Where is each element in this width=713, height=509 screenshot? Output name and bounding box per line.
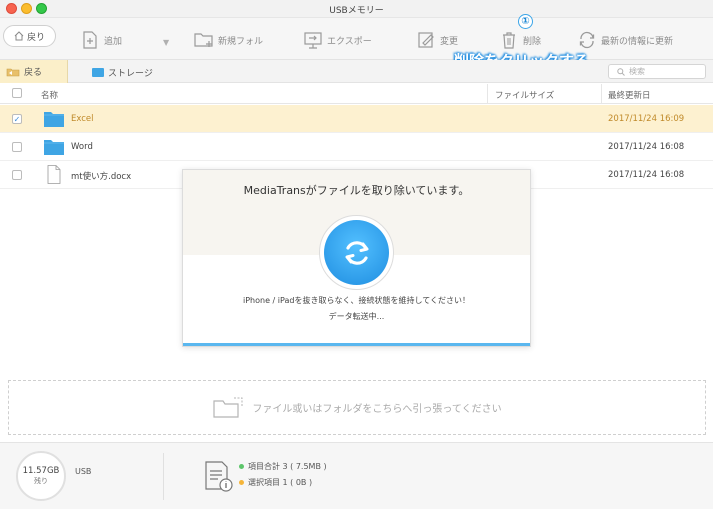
app-window: USBメモリー 戻り 追加 ▼ 新規フォル エクスポー 変更 削除 最新の情報に…	[0, 0, 713, 509]
export-icon	[304, 32, 322, 49]
storage-gauge: 11.57GB 残り	[16, 451, 66, 501]
total-items: 項目合計 3 ( 7.5MB )	[239, 461, 327, 472]
toolbar: 戻り 追加 ▼ 新規フォル エクスポー 変更 削除 最新の情報に更新	[0, 18, 713, 60]
folder-back-icon	[6, 68, 20, 76]
step-number-badge: ①	[518, 14, 533, 29]
file-date: 2017/11/24 16:08	[608, 170, 685, 180]
total-items-label: 項目合計 3 ( 7.5MB )	[248, 462, 327, 471]
folder-icon	[44, 112, 64, 127]
row-checkbox[interactable]	[12, 142, 22, 152]
column-header-size[interactable]: ファイルサイズ	[495, 89, 554, 101]
column-divider	[601, 84, 602, 104]
file-name: mt使い方.docx	[71, 172, 132, 182]
drop-zone[interactable]: ファイル或いはフォルダをこちらへ引っ張ってください	[8, 380, 706, 435]
title-bar: USBメモリー	[0, 0, 713, 18]
folder-icon	[44, 140, 64, 155]
edit-label: 変更	[440, 36, 459, 47]
file-date: 2017/11/24 16:09	[608, 114, 685, 124]
document-info-icon	[205, 461, 233, 492]
total-indicator-dot	[239, 464, 244, 469]
file-date: 2017/11/24 16:08	[608, 142, 685, 152]
trash-icon	[503, 32, 515, 49]
new-folder-label: 新規フォル	[218, 36, 264, 47]
add-label: 追加	[104, 36, 123, 47]
refresh-button[interactable]: 最新の情報に更新	[577, 30, 673, 50]
refresh-label: 最新の情報に更新	[601, 36, 674, 47]
delete-label: 削除	[523, 36, 542, 47]
storage-remaining-value: 11.57GB	[22, 466, 60, 476]
search-icon	[617, 67, 625, 76]
export-label: エクスポー	[327, 36, 372, 47]
sync-spinner	[319, 215, 394, 290]
back-tab-label: 戻る	[24, 68, 43, 78]
folder-drop-icon	[213, 397, 243, 418]
selected-items-label: 選択項目 1 ( 0B )	[248, 478, 313, 487]
folder-icon	[92, 68, 104, 77]
select-all-checkbox[interactable]	[12, 88, 22, 98]
table-row[interactable]: Word 2017/11/24 16:08	[0, 133, 713, 161]
breadcrumb[interactable]: ストレージ	[92, 66, 153, 79]
back-tab[interactable]: 戻る	[0, 60, 68, 83]
column-divider	[487, 84, 488, 104]
edit-icon	[418, 32, 434, 48]
export-button[interactable]: エクスポー	[303, 30, 372, 50]
drop-zone-text: ファイル或いはフォルダをこちらへ引っ張ってください	[252, 404, 502, 415]
column-header-date[interactable]: 最終更新日	[608, 89, 651, 101]
status-footer: 11.57GB 残り USB 項目合計 3 ( 7.5MB ) 選択項目 1 (…	[0, 442, 713, 509]
edit-button[interactable]: 変更	[416, 30, 458, 50]
sync-icon	[324, 220, 389, 285]
selected-indicator-dot	[239, 480, 244, 485]
navigation-bar: 戻る ストレージ 検索	[0, 60, 713, 83]
file-name: Word	[71, 142, 93, 152]
progress-dialog: MediaTransがファイルを取り除いています。 iPhone / iPadを…	[182, 169, 531, 347]
delete-button[interactable]: 削除	[499, 30, 541, 50]
device-name: USB	[75, 467, 92, 476]
breadcrumb-label: ストレージ	[108, 69, 153, 79]
dialog-status: データ転送中...	[328, 312, 385, 321]
window-title: USBメモリー	[329, 6, 384, 16]
add-button[interactable]: 追加	[80, 30, 122, 50]
search-input[interactable]: 検索	[608, 64, 706, 79]
dialog-title: MediaTransがファイルを取り除いています。	[243, 184, 470, 197]
file-name: Excel	[71, 114, 94, 124]
new-folder-icon	[194, 33, 213, 47]
back-button[interactable]: 戻り	[3, 25, 56, 47]
row-checkbox[interactable]	[12, 170, 22, 180]
storage-remaining-label: 残り	[34, 477, 48, 485]
table-row[interactable]: ✓ Excel 2017/11/24 16:09	[0, 105, 713, 133]
new-folder-button[interactable]: 新規フォル	[194, 30, 263, 50]
progress-bar	[183, 343, 530, 346]
divider	[163, 453, 164, 500]
search-placeholder: 検索	[629, 67, 645, 76]
table-header: 名称 ファイルサイズ 最終更新日	[0, 84, 713, 104]
selected-items: 選択項目 1 ( 0B )	[239, 477, 312, 488]
document-icon	[47, 165, 61, 184]
column-header-name[interactable]: 名称	[41, 89, 58, 101]
add-dropdown-icon[interactable]: ▼	[163, 38, 169, 47]
refresh-icon	[579, 31, 595, 49]
home-icon	[14, 31, 24, 41]
row-checkbox-checked[interactable]: ✓	[12, 114, 22, 124]
dialog-message: iPhone / iPadを抜き取らなく、接続状態を維持してください！	[243, 296, 470, 305]
add-file-icon	[83, 31, 97, 49]
back-button-label: 戻り	[26, 32, 45, 43]
